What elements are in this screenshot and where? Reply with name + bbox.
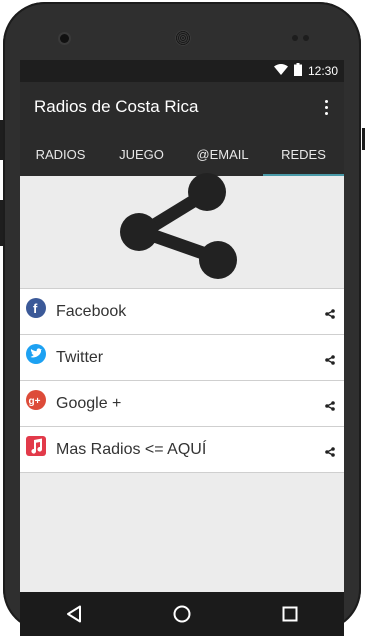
twitter-icon — [26, 343, 46, 364]
front-camera — [60, 34, 69, 43]
back-icon[interactable] — [59, 599, 89, 629]
tab-radios[interactable]: RADIOS — [20, 132, 101, 176]
volume-button-lower — [0, 200, 3, 246]
earpiece-speaker — [175, 30, 191, 46]
wifi-icon — [273, 64, 288, 78]
tab-redes[interactable]: REDES — [263, 132, 344, 176]
status-time: 12:30 — [307, 64, 338, 78]
social-list: f Facebook Twitter g+ Google + Mas Radio… — [20, 288, 344, 473]
share-icon[interactable] — [325, 444, 335, 462]
recents-icon[interactable] — [275, 599, 305, 629]
music-note-icon — [26, 435, 46, 456]
list-item-label: Mas Radios <= AQUÍ — [56, 440, 207, 458]
svg-text:g+: g+ — [29, 396, 41, 407]
light-sensor — [303, 35, 309, 41]
proximity-sensor — [292, 35, 298, 41]
home-icon[interactable] — [167, 599, 197, 629]
tab-bar: RADIOS JUEGO @EMAIL REDES — [20, 132, 344, 176]
app-bar: Radios de Costa Rica — [20, 82, 344, 132]
google-plus-icon: g+ — [26, 389, 46, 410]
share-icon[interactable] — [325, 398, 335, 416]
battery-icon — [293, 63, 302, 79]
list-item-mas-radios[interactable]: Mas Radios <= AQUÍ — [20, 427, 344, 473]
list-item-facebook[interactable]: f Facebook — [20, 288, 344, 335]
volume-button — [0, 120, 3, 160]
list-item-label: Twitter — [56, 348, 104, 366]
app-title: Radios de Costa Rica — [34, 97, 199, 116]
tab-email[interactable]: @EMAIL — [182, 132, 263, 176]
share-icon — [120, 173, 237, 279]
list-item-label: Facebook — [56, 302, 127, 320]
list-item-google-plus[interactable]: g+ Google + — [20, 381, 344, 427]
overflow-menu-icon[interactable] — [318, 95, 334, 119]
navigation-bar — [20, 592, 344, 636]
hero-banner — [20, 173, 344, 288]
list-item-twitter[interactable]: Twitter — [20, 335, 344, 381]
tab-juego[interactable]: JUEGO — [101, 132, 182, 176]
phone-top-bezel — [3, 2, 361, 60]
facebook-icon: f — [26, 297, 46, 318]
app-screen: 12:30 Radios de Costa Rica RADIOS JUEGO … — [20, 60, 344, 592]
svg-text:f: f — [33, 301, 38, 316]
share-icon[interactable] — [325, 306, 335, 324]
share-icon[interactable] — [325, 352, 335, 370]
status-bar: 12:30 — [20, 60, 344, 82]
list-item-label: Google + — [56, 394, 122, 412]
